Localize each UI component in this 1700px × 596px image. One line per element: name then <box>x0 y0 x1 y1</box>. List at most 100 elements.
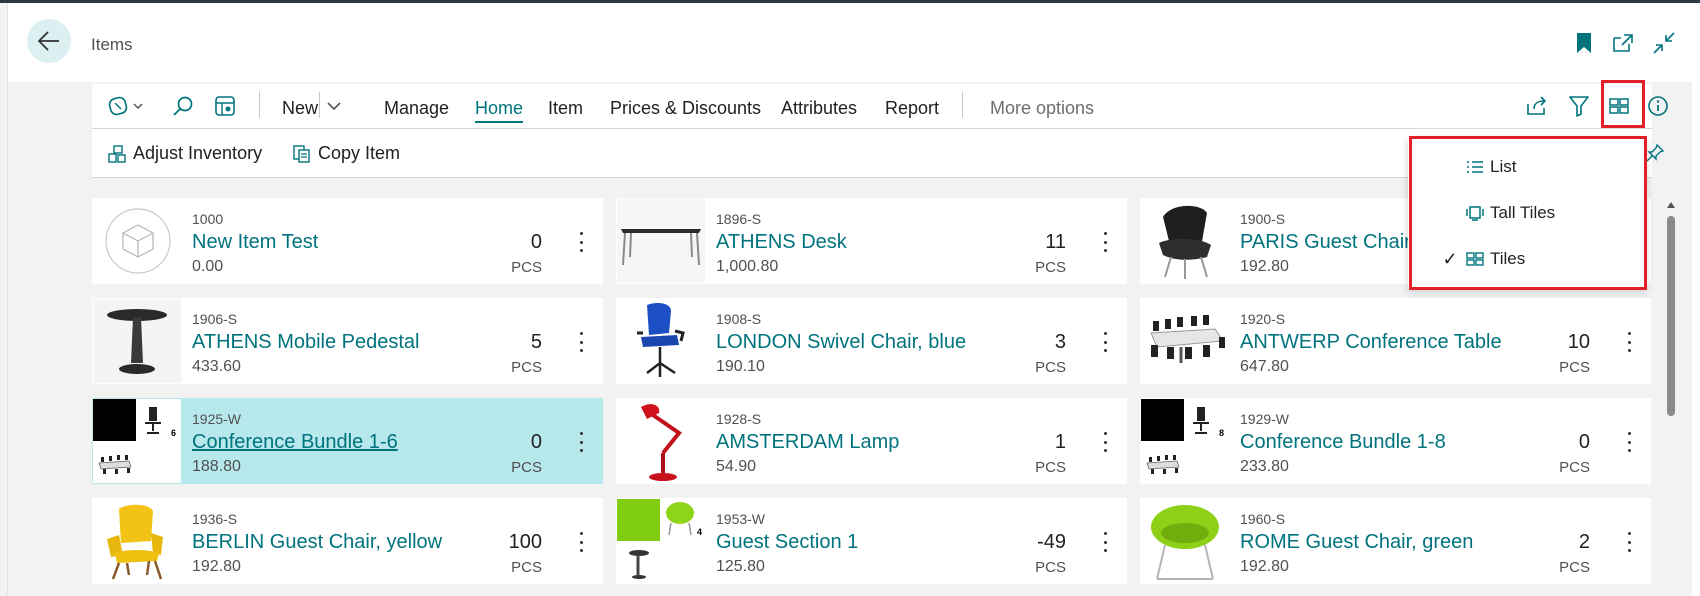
more-actions-button[interactable] <box>1621 330 1637 354</box>
item-tile[interactable]: 1906-S ATHENS Mobile Pedestal 433.60 5 P… <box>92 298 603 384</box>
report-tab[interactable]: Report <box>885 98 939 119</box>
item-number: 1936-S <box>192 511 238 527</box>
adjust-inventory-icon <box>108 144 126 163</box>
new-button[interactable]: New <box>282 98 318 119</box>
more-options-button[interactable]: More options <box>990 98 1094 119</box>
item-name[interactable]: BERLIN Guest Chair, yellow <box>192 531 442 554</box>
more-actions-button[interactable] <box>1097 530 1113 554</box>
item-tile[interactable]: 1936-S BERLIN Guest Chair, yellow 192.80… <box>92 498 603 584</box>
item-tile[interactable]: 1908-S LONDON Swivel Chair, blue 190.10 … <box>616 298 1127 384</box>
copy-item-label: Copy Item <box>318 143 401 163</box>
item-name[interactable]: New Item Test <box>192 231 318 254</box>
item-number: 1929-W <box>1240 411 1290 427</box>
home-tab[interactable]: Home <box>475 98 524 123</box>
item-name[interactable]: ATHENS Mobile Pedestal <box>192 331 420 354</box>
item-inventory: 3 <box>1054 331 1066 353</box>
item-inventory: 0 <box>1578 431 1590 453</box>
more-actions-button[interactable] <box>1621 530 1637 554</box>
item-unit: PCS <box>511 259 542 276</box>
item-tile[interactable]: 8 1929-W Conference Bundle 1-8 233.80 0 … <box>1140 398 1651 484</box>
more-actions-button[interactable] <box>1621 430 1637 454</box>
item-tile-selected[interactable]: 6 1925-W Conference Bundle 1-6 188.80 0 … <box>92 398 603 484</box>
more-actions-button[interactable] <box>1097 430 1113 454</box>
item-price: 1,000.80 <box>716 258 779 275</box>
item-tile[interactable]: 1928-S AMSTERDAM Lamp 54.90 1 PCS <box>616 398 1127 484</box>
new-dropdown-button[interactable] <box>322 92 346 120</box>
item-price: 233.80 <box>1240 458 1289 475</box>
more-actions-button[interactable] <box>1097 230 1113 254</box>
item-tile[interactable]: 1896-S ATHENS Desk 1,000.80 11 PCS <box>616 198 1127 284</box>
more-actions-button[interactable] <box>573 530 589 554</box>
item-inventory: 1 <box>1054 431 1066 453</box>
collapse-icon <box>1653 32 1675 54</box>
item-image <box>93 199 181 283</box>
filter-icon <box>1569 96 1589 117</box>
item-name[interactable]: AMSTERDAM Lamp <box>716 431 899 454</box>
scrollbar-thumb[interactable] <box>1667 216 1675 416</box>
item-price: 54.90 <box>716 458 757 475</box>
item-name[interactable]: Conference Bundle 1-6 <box>192 431 398 454</box>
item-price: 433.60 <box>192 358 241 375</box>
search-button[interactable] <box>168 92 198 120</box>
item-tile[interactable]: 1960-S ROME Guest Chair, green 192.80 2 … <box>1140 498 1651 584</box>
item-tile[interactable]: 4 1953-W Guest Section 1 125.80 -49 PCS <box>616 498 1127 584</box>
copilot-menu-button[interactable] <box>106 92 150 120</box>
chevron-down-icon <box>327 102 341 111</box>
collapse-button[interactable] <box>1651 30 1677 56</box>
separator <box>962 92 963 118</box>
item-image <box>1141 499 1229 583</box>
item-number: 1928-S <box>716 411 762 427</box>
more-actions-button[interactable] <box>1097 330 1113 354</box>
item-price: 647.80 <box>1240 358 1289 375</box>
more-actions-button[interactable] <box>573 230 589 254</box>
item-name[interactable]: ATHENS Desk <box>716 231 847 254</box>
item-unit: PCS <box>1035 459 1066 476</box>
bundle-count-badge: 6 <box>171 428 176 438</box>
item-price: 192.80 <box>1240 558 1289 575</box>
copy-item-button[interactable]: Copy Item <box>292 143 400 164</box>
more-actions-button[interactable] <box>573 430 589 454</box>
back-button[interactable] <box>27 19 71 63</box>
item-number: 1908-S <box>716 311 762 327</box>
scroll-up-arrow[interactable] <box>1666 196 1676 208</box>
item-name[interactable]: Conference Bundle 1-8 <box>1240 431 1446 454</box>
bookmark-icon <box>1577 33 1591 53</box>
search-icon <box>173 96 193 116</box>
attributes-tab[interactable]: Attributes <box>781 98 857 119</box>
open-new-window-button[interactable] <box>1610 30 1636 56</box>
arrow-left-icon <box>38 31 59 51</box>
copilot-icon <box>108 96 143 116</box>
item-unit: PCS <box>1035 359 1066 376</box>
item-tile[interactable]: 1920-S ANTWERP Conference Table 647.80 1… <box>1140 298 1651 384</box>
item-name[interactable]: LONDON Swivel Chair, blue <box>716 331 966 354</box>
separator <box>259 92 260 118</box>
edit-list-button[interactable] <box>210 92 240 120</box>
filter-button[interactable] <box>1564 92 1594 120</box>
item-tile[interactable]: 1000 New Item Test 0.00 0 PCS <box>92 198 603 284</box>
item-image: 6 <box>93 399 181 483</box>
prices-discounts-tab[interactable]: Prices & Discounts <box>610 98 761 119</box>
item-name[interactable]: Guest Section 1 <box>716 531 858 554</box>
more-actions-button[interactable] <box>573 330 589 354</box>
manage-tab[interactable]: Manage <box>384 98 449 119</box>
item-image <box>617 399 705 483</box>
item-name[interactable]: ANTWERP Conference Table <box>1240 331 1502 354</box>
item-inventory: 0 <box>530 231 542 253</box>
item-price: 192.80 <box>192 558 241 575</box>
adjust-inventory-label: Adjust Inventory <box>133 143 263 163</box>
details-button[interactable] <box>1643 92 1673 120</box>
item-tab[interactable]: Item <box>548 98 583 119</box>
item-name[interactable]: ROME Guest Chair, green <box>1240 531 1473 554</box>
item-unit: PCS <box>511 559 542 576</box>
item-image <box>1141 299 1229 383</box>
bookmark-button[interactable] <box>1571 30 1597 56</box>
item-unit: PCS <box>1035 259 1066 276</box>
item-inventory: 10 <box>1567 331 1590 353</box>
item-unit: PCS <box>1035 559 1066 576</box>
item-image: 4 <box>617 499 705 583</box>
adjust-inventory-button[interactable]: Adjust Inventory <box>107 143 262 164</box>
copy-icon <box>293 144 310 163</box>
pin-icon <box>1646 143 1665 162</box>
item-image <box>93 299 181 383</box>
share-button[interactable] <box>1522 92 1552 120</box>
